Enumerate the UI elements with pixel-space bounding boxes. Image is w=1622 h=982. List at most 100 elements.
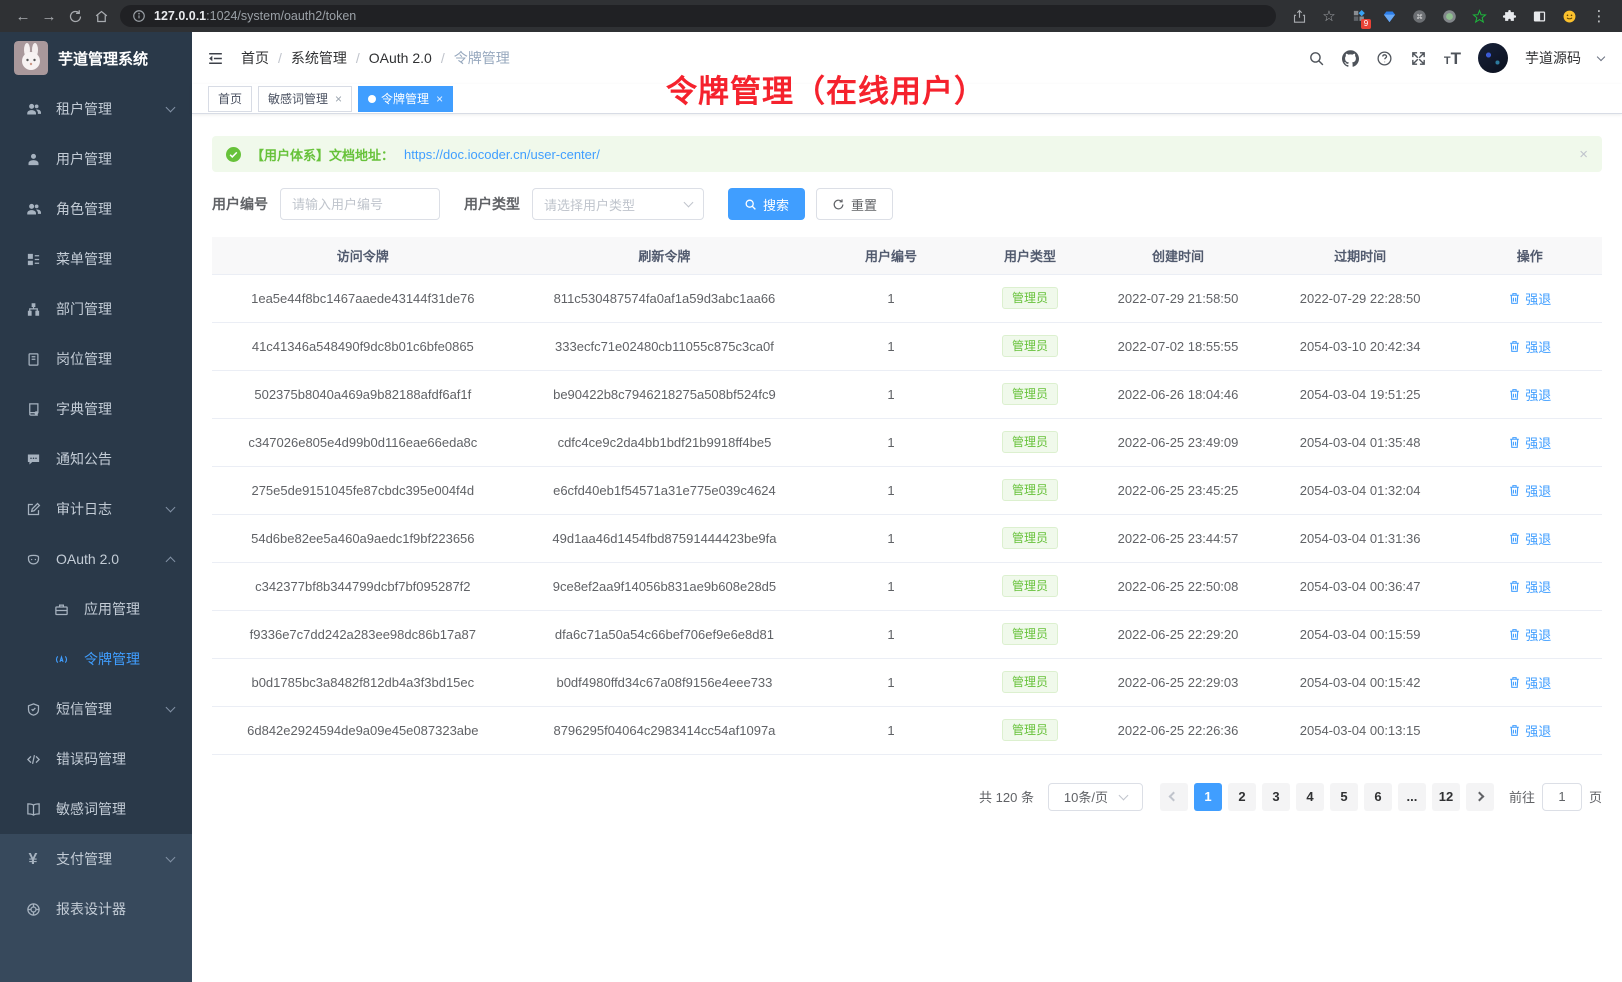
font-size-icon[interactable]: TT <box>1444 50 1461 67</box>
emoji-avatar-icon[interactable] <box>1556 3 1582 29</box>
reload-icon[interactable] <box>62 3 88 29</box>
page-button-5[interactable]: 5 <box>1330 783 1358 811</box>
close-icon[interactable]: × <box>436 93 443 105</box>
created-cell: 2022-07-29 21:58:50 <box>1093 274 1263 322</box>
page-button-1[interactable]: 1 <box>1194 783 1222 811</box>
force-logout-button[interactable]: 强退 <box>1508 625 1551 644</box>
sidebar-item-audit-log[interactable]: 审计日志 <box>0 484 192 534</box>
gem-icon[interactable] <box>1376 3 1402 29</box>
user-type-select[interactable]: 请选择用户类型 <box>532 188 704 220</box>
url-host: 127.0.0.1 <box>154 9 206 23</box>
force-logout-button[interactable]: 强退 <box>1508 721 1551 740</box>
fullscreen-icon[interactable] <box>1410 50 1427 67</box>
breadcrumb-home[interactable]: 首页 <box>241 48 269 68</box>
extension-grid-icon[interactable]: 9 <box>1346 3 1372 29</box>
username[interactable]: 芋道源码 <box>1525 48 1581 68</box>
page-size-select[interactable]: 10条/页 <box>1048 783 1143 811</box>
page-button-12[interactable]: 12 <box>1432 783 1460 811</box>
sidebar-item-sensitive-word[interactable]: 敏感词管理 <box>0 784 192 834</box>
sidebar-item-sms[interactable]: 短信管理 <box>0 684 192 734</box>
user-type-cell: 管理员 <box>967 514 1093 562</box>
force-logout-label: 强退 <box>1525 721 1551 740</box>
sidebar-item-oauth2-app[interactable]: 应用管理 <box>0 584 192 634</box>
sidebar-item-error-code[interactable]: 错误码管理 <box>0 734 192 784</box>
back-icon[interactable]: ← <box>10 3 36 29</box>
user-type-cell: 管理员 <box>967 562 1093 610</box>
sidebar-item-payment[interactable]: ¥ 支付管理 <box>0 834 192 884</box>
col-actions: 操作 <box>1457 237 1602 274</box>
side-panel-icon[interactable] <box>1526 3 1552 29</box>
bookmark-star-icon[interactable]: ☆ <box>1316 3 1342 29</box>
chevron-down-icon[interactable] <box>1597 53 1605 61</box>
page-ellipsis[interactable]: ... <box>1398 783 1426 811</box>
record-circle-icon[interactable] <box>1436 3 1462 29</box>
svg-text:⌘: ⌘ <box>1416 14 1423 21</box>
force-logout-button[interactable]: 强退 <box>1508 385 1551 404</box>
home-icon[interactable] <box>88 3 114 29</box>
sidebar-item-dict[interactable]: 字典管理 <box>0 384 192 434</box>
user-type-cell: 管理员 <box>967 466 1093 514</box>
force-logout-button[interactable]: 强退 <box>1508 433 1551 452</box>
sidebar-item-post[interactable]: 岗位管理 <box>0 334 192 384</box>
force-logout-button[interactable]: 强退 <box>1508 481 1551 500</box>
close-icon[interactable]: × <box>335 93 342 105</box>
force-logout-button[interactable]: 强退 <box>1508 673 1551 692</box>
sidebar-item-menu[interactable]: 菜单管理 <box>0 234 192 284</box>
search-button[interactable]: 搜索 <box>728 188 805 220</box>
site-info-icon[interactable] <box>132 9 146 23</box>
sidebar-item-report-designer[interactable]: 报表设计器 <box>0 884 192 934</box>
tab-home[interactable]: 首页 <box>208 86 252 112</box>
avatar[interactable] <box>1478 43 1508 73</box>
browser-menu-icon[interactable]: ⋮ <box>1586 3 1612 29</box>
goto-page-input[interactable] <box>1542 783 1582 811</box>
access-token-cell: 275e5de9151045fe87cbdc395e004f4d <box>212 466 514 514</box>
force-logout-button[interactable]: 强退 <box>1508 337 1551 356</box>
sidebar-item-label: 通知公告 <box>56 449 174 469</box>
prev-page-button[interactable] <box>1160 783 1188 811</box>
page-button-3[interactable]: 3 <box>1262 783 1290 811</box>
sidebar-item-oauth2-token[interactable]: 令牌管理 <box>0 634 192 684</box>
next-page-button[interactable] <box>1466 783 1494 811</box>
github-icon[interactable] <box>1342 50 1359 67</box>
sidebar-item-dept[interactable]: 部门管理 <box>0 284 192 334</box>
sidebar-item-oauth2[interactable]: OAuth 2.0 <box>0 534 192 584</box>
created-cell: 2022-06-25 22:50:08 <box>1093 562 1263 610</box>
share-icon[interactable] <box>1286 3 1312 29</box>
sidebar-item-notice[interactable]: 通知公告 <box>0 434 192 484</box>
force-logout-button[interactable]: 强退 <box>1508 577 1551 596</box>
sidebar-item-tenant[interactable]: 租户管理 <box>0 84 192 134</box>
green-star-icon[interactable] <box>1466 3 1492 29</box>
sidebar-item-role[interactable]: 角色管理 <box>0 184 192 234</box>
page-button-6[interactable]: 6 <box>1364 783 1392 811</box>
search-icon[interactable] <box>1308 50 1325 67</box>
tab-sensitive-word[interactable]: 敏感词管理 × <box>258 86 352 112</box>
help-icon[interactable] <box>1376 50 1393 67</box>
success-check-icon <box>226 147 241 162</box>
expires-cell: 2054-03-04 00:36:47 <box>1263 562 1458 610</box>
tab-token[interactable]: 令牌管理 × <box>358 86 453 112</box>
force-logout-button[interactable]: 强退 <box>1508 529 1551 548</box>
forward-icon[interactable]: → <box>36 3 62 29</box>
close-icon[interactable]: × <box>1579 147 1588 162</box>
user-id-input[interactable] <box>280 188 440 220</box>
breadcrumb-oauth2[interactable]: OAuth 2.0 <box>369 50 432 66</box>
force-logout-button[interactable]: 强退 <box>1508 289 1551 308</box>
logo-bar[interactable]: 芋道管理系统 <box>0 32 192 84</box>
command-circle-icon[interactable]: ⌘ <box>1406 3 1432 29</box>
page-button-4[interactable]: 4 <box>1296 783 1324 811</box>
user-type-label: 用户类型 <box>464 194 520 214</box>
doc-link[interactable]: https://doc.iocoder.cn/user-center/ <box>404 147 600 162</box>
sidebar-item-label: 敏感词管理 <box>56 799 174 819</box>
address-bar[interactable]: 127.0.0.1:1024/system/oauth2/token <box>120 5 1276 27</box>
breadcrumb-system[interactable]: 系统管理 <box>291 48 347 68</box>
sidebar-item-user[interactable]: 用户管理 <box>0 134 192 184</box>
puzzle-icon[interactable] <box>1496 3 1522 29</box>
user-type-badge: 管理员 <box>1002 719 1058 741</box>
annotation-text: 令牌管理（在线用户） <box>666 66 986 111</box>
sidebar-collapse-icon[interactable] <box>206 49 225 68</box>
total-count: 共 120 条 <box>979 787 1034 806</box>
chevron-down-icon <box>166 702 176 712</box>
page-button-2[interactable]: 2 <box>1228 783 1256 811</box>
chevron-right-icon <box>1475 792 1485 802</box>
reset-button[interactable]: 重置 <box>816 188 893 220</box>
